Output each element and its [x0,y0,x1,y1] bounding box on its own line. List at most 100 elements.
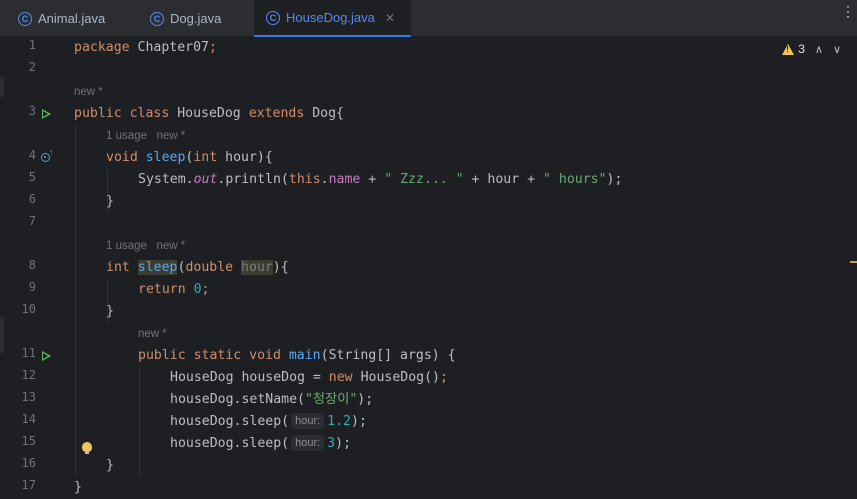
tab-housedog-java[interactable]: C HouseDog.java ✕ [254,0,411,37]
java-class-icon: C [150,11,164,26]
tab-label: Animal.java [38,11,106,26]
line-number: 7 [28,214,36,228]
code-text: ); [351,414,367,429]
line-number: 15 [21,434,36,448]
number-literal: 1.2 [327,414,351,429]
keyword: this [288,172,321,187]
method-name: main [280,348,321,363]
line-number: 14 [21,412,36,426]
tab-label: Dog.java [170,11,222,26]
tab-label: HouseDog.java [286,10,375,25]
keyword: package [74,40,130,55]
line-number: 1 [28,38,36,52]
line-number: 12 [21,368,36,382]
params: (String[] args) { [320,348,456,363]
code-text: . [320,172,329,187]
params: hour){ [217,150,273,165]
class-name: HouseDog [169,106,249,121]
code-line: } [106,304,114,319]
code-line: public static void main(String[] args) { [138,345,456,367]
code-line: public class HouseDog extends Dog{ [74,103,344,125]
code-line: HouseDog houseDog = new HouseDog(); [170,367,448,389]
string-literal: " hours" [543,172,607,187]
keyword: public class [74,106,170,121]
left-strip [0,77,4,97]
code-line: houseDog.sleep(hour: 3); [170,433,351,455]
code-line: void sleep(int hour){ [106,147,273,169]
run-icon[interactable] [42,351,51,361]
more-options-icon[interactable]: ⋮ [841,4,855,18]
method-name: sleep [137,150,186,165]
close-icon[interactable]: ✕ [385,11,395,25]
code-text: ); [606,172,623,187]
code-area[interactable]: package Chapter07; new * public class Ho… [74,37,857,495]
line-number: 2 [28,60,36,74]
line-number: 13 [21,390,36,404]
package-name: Chapter07 [129,40,209,55]
code-text: .println( [217,172,289,187]
author-hint[interactable]: new * [74,81,103,103]
field: name [328,172,361,187]
usage-hint[interactable]: 1 usage new * [106,125,185,147]
code-line: System.out.println(this.name + " Zzz... … [138,169,622,191]
semicolon: ; [439,370,448,385]
parameter-hint: hour: [291,413,325,429]
code-line: } [106,194,114,209]
string-literal: "청장이" [304,392,358,407]
java-class-icon: C [18,11,32,26]
lightbulb-icon[interactable] [82,442,92,454]
semicolon: ; [201,282,210,297]
java-class-icon: C [266,10,280,25]
keyword: int [106,260,130,275]
line-number: 8 [28,258,36,272]
tab-animal-java[interactable]: C Animal.java [10,0,130,37]
code-text: HouseDog houseDog = [170,370,329,385]
line-number: 5 [28,170,36,184]
semicolon: ; [208,40,217,55]
code-line: houseDog.setName("청장이"); [170,389,373,411]
line-number: 11 [21,346,36,360]
code-line: int sleep(double hour){ [106,257,289,279]
code-text: + hour + [463,172,543,187]
line-number: 4 [28,148,36,162]
line-number: 17 [21,478,36,492]
parameter-hint: hour: [291,435,325,451]
override-icon[interactable]: ↑ [41,148,53,162]
run-icon[interactable] [42,109,51,119]
code-text: houseDog.setName( [170,392,305,407]
line-number: 6 [28,192,36,206]
code-line: return 0; [138,279,209,301]
code-line: package Chapter07; [74,37,217,59]
line-number: 9 [28,280,36,294]
code-text: System. [138,172,194,187]
line-number: 16 [21,456,36,470]
method-name: sleep [137,260,178,275]
code-text: houseDog.sleep( [170,414,290,429]
author-hint[interactable]: new * [138,323,167,345]
gutter: 1 2 3 4 5 6 7 8 9 10 11 12 13 14 15 16 1… [0,37,62,492]
number-literal: 0 [185,282,202,297]
number-literal: 3 [327,436,336,451]
usage-hint[interactable]: 1 usage new * [106,235,185,257]
keyword: void [106,150,138,165]
code-line: } [106,458,114,473]
code-editor[interactable]: 1 2 3 4 5 6 7 8 9 10 11 12 13 14 15 16 1… [0,37,857,495]
keyword: return [138,282,186,297]
code-text: ); [335,436,352,451]
static-field: out [193,172,218,187]
code-text: houseDog.sleep( [170,436,290,451]
tab-dog-java[interactable]: C Dog.java [142,0,252,37]
code-line: houseDog.sleep(hour: 1.2); [170,411,367,433]
keyword: public static void [138,348,281,363]
line-number: 3 [28,104,36,118]
code-text: + [360,172,385,187]
code-text: ); [357,392,374,407]
keyword: double [185,260,234,275]
string-literal: " Zzz... " [384,172,464,187]
editor-tab-bar: C Animal.java C Dog.java C HouseDog.java… [0,0,857,37]
code-line: } [74,480,82,495]
code-text: ){ [272,260,289,275]
superclass: Dog{ [304,106,344,121]
code-text: HouseDog() [352,370,440,385]
